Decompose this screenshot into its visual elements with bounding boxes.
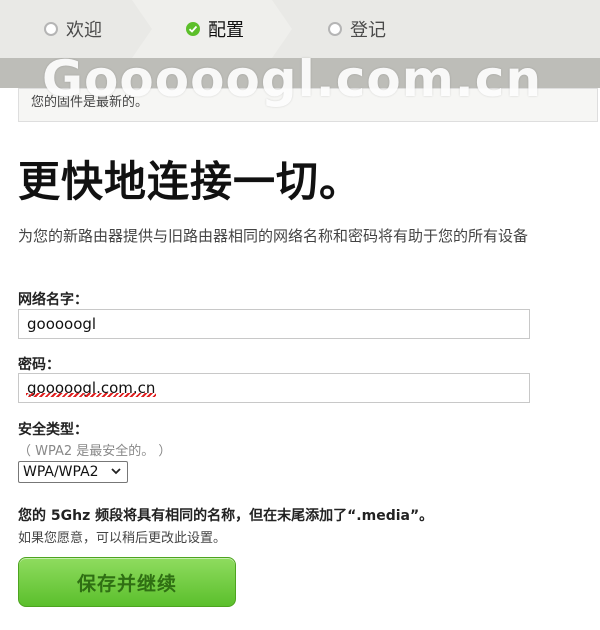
chevron-down-icon: [111, 468, 121, 475]
5ghz-note: 您的 5Ghz 频段将具有相同的名称，但在末尾添加了“.media”。: [18, 508, 434, 524]
save-and-continue-button[interactable]: 保存并继续: [18, 557, 236, 607]
save-and-continue-label: 保存并继续: [76, 572, 177, 595]
step-pending-icon: [44, 22, 58, 36]
step-welcome-label: 欢迎: [66, 20, 102, 41]
change-later-note: 如果您愿意，可以稍后更改此设置。: [18, 531, 227, 546]
password-input[interactable]: [18, 373, 530, 403]
security-type-value: WPA/WPA2: [23, 464, 99, 480]
security-type-label: 安全类型：: [18, 422, 88, 438]
step-configure-label: 配置: [208, 20, 244, 41]
password-field-wrap: [18, 373, 530, 403]
step-register-label: 登记: [350, 20, 386, 41]
checkmark-icon: [186, 22, 200, 36]
network-name-input[interactable]: [18, 309, 530, 339]
spellcheck-underline: [26, 393, 156, 397]
security-type-select[interactable]: WPA/WPA2: [18, 461, 128, 483]
page-subtitle: 为您的新路由器提供与旧路由器相同的网络名称和密码将有助于您的所有设备: [18, 227, 529, 245]
security-hint: （ WPA2 是最安全的。 ）: [18, 444, 172, 459]
watermark: Gooooogl.com.cn: [42, 50, 543, 108]
password-label: 密码：: [18, 357, 60, 373]
page-title: 更快地连接一切。: [18, 157, 363, 206]
network-name-label: 网络名字：: [18, 292, 88, 308]
step-pending-icon: [328, 22, 342, 36]
